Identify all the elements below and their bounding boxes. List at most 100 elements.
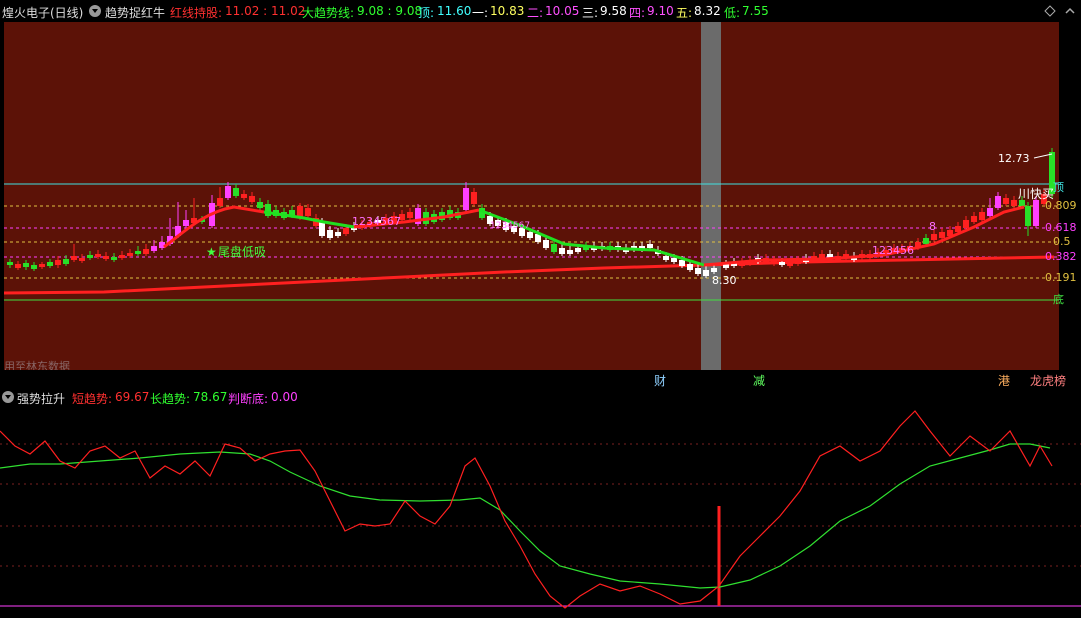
candle-body <box>119 255 125 258</box>
candle-body <box>183 220 189 226</box>
oscillator-svg[interactable] <box>0 406 1081 615</box>
badge-dragon[interactable]: 龙虎 <box>1030 372 1054 389</box>
candle-body <box>939 232 945 238</box>
short-value: 69.67 <box>115 390 150 404</box>
candle-body <box>103 256 109 259</box>
candle-body <box>7 262 13 265</box>
candle-body <box>703 270 709 276</box>
candle-body <box>55 260 61 265</box>
candle-body <box>225 186 231 198</box>
axis-191: 0.191 <box>1045 271 1077 284</box>
candle-body <box>931 234 937 240</box>
candle-body <box>217 198 223 206</box>
sub-indicator-chart[interactable] <box>0 406 1081 615</box>
short-label: 短趋势: <box>72 392 113 406</box>
axis-382: 0.382 <box>1045 250 1077 263</box>
sub-header: 强势拉升 短趋势: 69.67 长趋势: 78.67 判断底: 0.00 <box>0 388 1081 406</box>
hold-value: 11.02 : 11.02 <box>225 4 306 18</box>
candle-body <box>787 262 793 266</box>
candle-body <box>39 264 45 267</box>
candle-body <box>1025 206 1031 226</box>
badge-finance[interactable]: 财 <box>654 372 666 389</box>
candle-body <box>241 194 247 198</box>
candle-body <box>407 212 413 218</box>
candle-body <box>257 202 263 208</box>
candle-body <box>679 260 685 266</box>
indicator-name[interactable]: 趋势捉红牛 <box>105 4 165 21</box>
candle-body <box>963 220 969 228</box>
badge-list[interactable]: 榜 <box>1054 372 1066 389</box>
candle-body <box>819 254 825 258</box>
seq-label-2: 123456 <box>872 244 914 257</box>
candle-body <box>63 259 69 264</box>
candle-body <box>151 246 157 251</box>
candle-body <box>995 196 1001 208</box>
low-value: 7.55 <box>742 4 769 18</box>
candle-body <box>575 248 581 252</box>
stock-title[interactable]: 煌火电子(日线) <box>2 4 83 21</box>
candle-body <box>971 216 977 222</box>
badge-reduce[interactable]: 减 <box>753 372 765 389</box>
dropdown-icon[interactable] <box>2 391 14 403</box>
candle-body <box>135 251 141 254</box>
badge-hk[interactable]: 港 <box>998 372 1010 389</box>
candle-body <box>71 256 77 260</box>
long-value: 78.67 <box>193 390 228 404</box>
candle-body <box>687 264 693 270</box>
tail-buy-label: 尾盘低吸 <box>218 244 266 259</box>
price-chart[interactable]: 12.73 8.30 ★ 尾盘低吸 川快买 1234567 123456 123… <box>4 22 1059 370</box>
diamond-icon[interactable] <box>1044 5 1056 17</box>
candlestick-series <box>7 148 1055 278</box>
candle-body <box>463 188 469 210</box>
top-label: 顶: <box>418 6 435 20</box>
l5-value: 8.32 <box>694 4 721 18</box>
l4-label: 四: <box>629 6 646 20</box>
candle-body <box>327 230 333 238</box>
l2-label: 二: <box>527 6 544 20</box>
candle-body <box>1011 200 1017 206</box>
candle-body <box>987 208 993 216</box>
l1-label: 一: <box>472 6 489 20</box>
trend-value: 9.08 : 9.08 <box>357 4 423 18</box>
l2-value: 10.05 <box>545 4 580 18</box>
candle-body <box>647 244 653 248</box>
seq-label-3: 1234567 <box>490 221 530 231</box>
long-label: 长趋势: <box>150 392 191 406</box>
candle-body <box>559 248 565 254</box>
right-axis: 顶 0.809 0.618 0.5 0.382 0.191 底 <box>1045 22 1081 370</box>
seq-tail-label: 8 <box>929 220 936 233</box>
short-trend-curve <box>0 410 1053 609</box>
dropdown-icon[interactable] <box>89 5 101 17</box>
collapse-icon[interactable] <box>1064 5 1076 17</box>
event-badge-bar: 财 减 港 龙虎 榜 <box>0 370 1081 388</box>
watermark-text: 用至林东数据 <box>4 359 70 370</box>
candle-body <box>143 249 149 254</box>
trend-label: 大趋势线: <box>302 6 355 20</box>
candle-body <box>249 196 255 202</box>
candle-body <box>233 188 239 196</box>
axis-5: 0.5 <box>1053 235 1071 248</box>
candle-body <box>979 212 985 220</box>
sub-indicator-name[interactable]: 强势拉升 <box>17 390 65 407</box>
candle-body <box>567 250 573 254</box>
candle-body <box>23 263 29 267</box>
candle-body <box>87 255 93 258</box>
candle-body <box>955 226 961 232</box>
candle-body <box>79 258 85 261</box>
candle-body <box>335 232 341 236</box>
candle-body <box>695 268 701 274</box>
axis-618: 0.618 <box>1045 221 1077 234</box>
l5-label: 五: <box>676 6 693 20</box>
candle-body <box>319 222 325 236</box>
axis-809: 0.809 <box>1045 199 1077 212</box>
trend-line-up-3 <box>703 205 1025 267</box>
main-chart-area[interactable]: 12.73 8.30 ★ 尾盘低吸 川快买 1234567 123456 123… <box>4 22 1059 370</box>
l3-label: 三: <box>582 6 599 20</box>
axis-top: 顶 <box>1053 181 1064 194</box>
candle-body <box>663 256 669 260</box>
candle-body <box>551 244 557 252</box>
high-price-label: 12.73 <box>998 152 1030 165</box>
candle-body <box>127 253 133 256</box>
judge-value: 0.00 <box>271 390 298 404</box>
candle-body <box>671 258 677 262</box>
